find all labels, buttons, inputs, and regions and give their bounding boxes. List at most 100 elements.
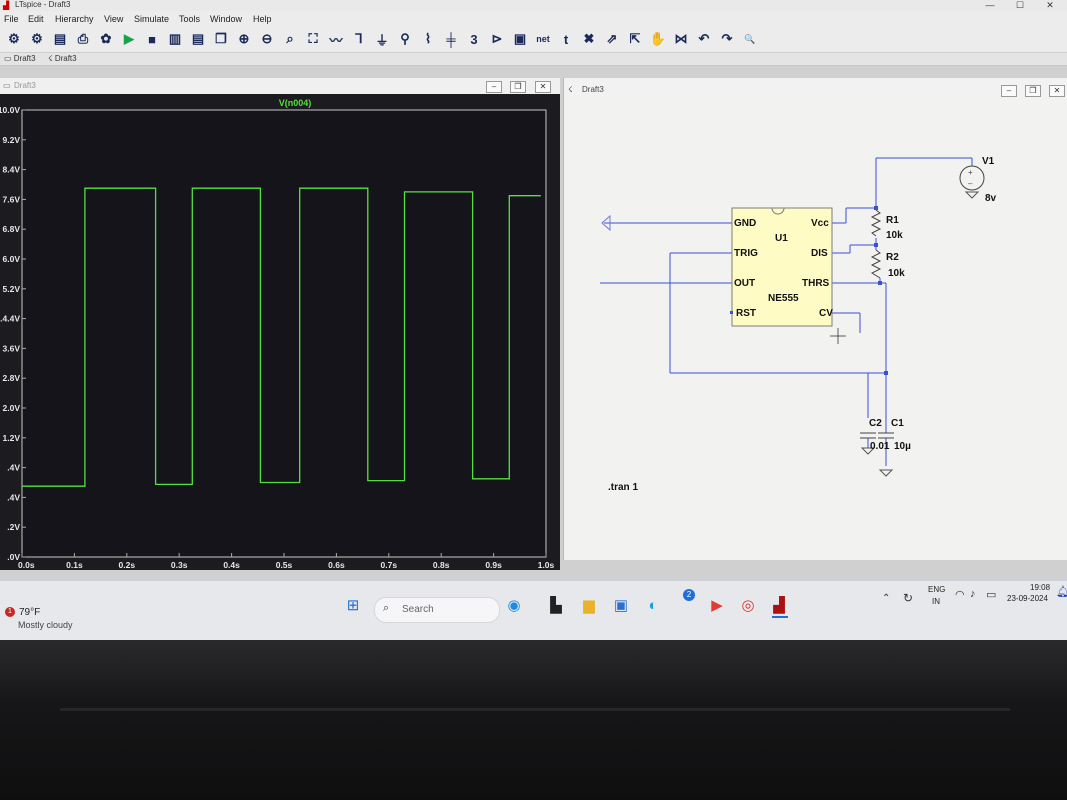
start-button[interactable]: ⊞: [342, 594, 364, 616]
store-icon[interactable]: ▣: [610, 594, 632, 616]
label-net-icon[interactable]: ⚲: [397, 31, 413, 47]
tab-draft3-schematic[interactable]: ☇ Draft3: [48, 54, 77, 63]
plot-area: [21, 109, 547, 558]
search-box[interactable]: ⌕ Search: [374, 597, 500, 623]
waveform-close-button[interactable]: ✕: [535, 81, 551, 93]
print-icon[interactable]: ⎙: [75, 31, 91, 47]
maximize-button[interactable]: ☐: [1005, 0, 1035, 11]
diode-icon[interactable]: ⊳: [489, 31, 505, 47]
duplicate-icon[interactable]: ⇗: [604, 31, 620, 47]
wifi-icon[interactable]: ◠: [955, 588, 965, 601]
weather-temperature[interactable]: 79°F: [19, 607, 40, 618]
language-line1[interactable]: ENG: [928, 585, 945, 594]
close-button[interactable]: ✕: [1035, 0, 1065, 11]
schematic-close-button[interactable]: ✕: [1049, 85, 1065, 97]
youtube-icon[interactable]: ▶: [706, 594, 728, 616]
undo-icon[interactable]: ↶: [696, 31, 712, 47]
move-icon[interactable]: ⇱: [627, 31, 643, 47]
zoom-in-icon[interactable]: ⊕: [236, 31, 252, 47]
weather-description[interactable]: Mostly cloudy: [18, 620, 73, 630]
menu-help[interactable]: Help: [253, 14, 272, 24]
task-view-icon[interactable]: ▙: [545, 594, 567, 616]
wire-icon[interactable]: ⅂: [351, 31, 367, 47]
language-line2[interactable]: IN: [932, 597, 940, 606]
capacitor-icon[interactable]: ╪: [443, 31, 459, 47]
y-tick-label: 3.6V: [3, 343, 21, 353]
pin-trig-label: TRIG: [734, 248, 758, 259]
waveform-window-titlebar[interactable]: ▭ Draft3 – ❐ ✕: [0, 78, 560, 94]
menu-window[interactable]: Window: [210, 14, 242, 24]
menu-edit[interactable]: Edit: [28, 14, 44, 24]
chrome-icon[interactable]: ◎: [737, 594, 759, 616]
pin-thrs-label: THRS: [802, 278, 830, 289]
schematic-window-title: Draft3: [582, 85, 604, 94]
find-icon[interactable]: 🔍: [742, 31, 758, 47]
pin-dis-label: DIS: [811, 248, 828, 259]
run-icon[interactable]: ▶: [121, 31, 137, 47]
tab-draft3-waveform[interactable]: ▭ Draft3: [4, 54, 36, 63]
zoom-out-icon[interactable]: ⊖: [259, 31, 275, 47]
spice-directive[interactable]: .tran 1: [608, 482, 638, 493]
tile-horizontal-icon[interactable]: ▤: [190, 31, 206, 47]
schematic-minimize-button[interactable]: –: [1001, 85, 1017, 97]
component-icon[interactable]: ▣: [512, 31, 528, 47]
ground-icon[interactable]: ⏚: [374, 31, 390, 48]
resistor-icon[interactable]: ⌇: [420, 31, 436, 47]
minimize-button[interactable]: —: [975, 0, 1005, 11]
ic-part-label: NE555: [768, 293, 799, 304]
y-tick-label: 6.0V: [3, 254, 21, 264]
waveform-plot[interactable]: V(n004) 10.0V 9.2V 8.4V 7.6V 6.8V 6.0V 5.2V .4.…: [0, 94, 560, 570]
menu-hierarchy[interactable]: Hierarchy: [55, 14, 94, 24]
ic-ref-label: U1: [775, 233, 788, 244]
halt-icon[interactable]: ■: [144, 31, 160, 47]
waveform-plot-pane[interactable]: V(n004) 10.0V 9.2V 8.4V 7.6V 6.8V 6.0V 5.2V .4.…: [0, 94, 560, 570]
ltspice-taskbar-icon[interactable]: ▟: [768, 594, 790, 616]
cascade-icon[interactable]: ❐: [213, 31, 229, 47]
chevron-up-icon[interactable]: ⌃: [882, 593, 890, 604]
laptop-bezel: [0, 640, 1067, 800]
delete-icon[interactable]: ✖: [581, 31, 597, 47]
schematic-canvas[interactable]: GND TRIG OUT RST Vcc DIS THRS CV U1 NE55…: [564, 98, 1067, 560]
clock-time[interactable]: 19:08: [1030, 583, 1050, 592]
c1-capacitor-symbol[interactable]: [878, 432, 894, 439]
copilot-icon[interactable]: ◉: [503, 594, 525, 616]
screen: ▟ LTspice - Draft3 — ☐ ✕ File Edit Hiera…: [0, 0, 1067, 640]
text-icon[interactable]: t: [558, 31, 574, 47]
trace-label[interactable]: V(n004): [279, 98, 312, 108]
pin-gnd-label: GND: [734, 218, 756, 229]
volume-icon[interactable]: ♪: [970, 588, 976, 600]
redo-icon[interactable]: ↷: [719, 31, 735, 47]
menu-simulate[interactable]: Simulate: [134, 14, 169, 24]
file-explorer-icon[interactable]: ▆: [578, 594, 600, 616]
open-folder-icon[interactable]: ⚙: [29, 31, 45, 47]
waveform-restore-button[interactable]: ❐: [510, 81, 526, 93]
clock-date[interactable]: 23-09-2024: [1007, 594, 1048, 603]
x-tick-label: 0.1s: [66, 560, 83, 570]
schematic-window-titlebar[interactable]: ☇ Draft3 – ❐ ✕: [564, 82, 1067, 98]
spice-directive-icon[interactable]: net: [535, 31, 551, 47]
schematic-restore-button[interactable]: ❐: [1025, 85, 1041, 97]
open-icon[interactable]: ⚙: [6, 31, 22, 47]
notification-bell-icon[interactable]: 🔔︎: [1056, 585, 1067, 598]
r2-resistor-symbol[interactable]: [870, 249, 882, 279]
drag-icon[interactable]: ✋: [650, 31, 666, 47]
save-icon[interactable]: ▤: [52, 31, 68, 47]
menu-view[interactable]: View: [104, 14, 123, 24]
menu-file[interactable]: File: [4, 14, 19, 24]
inductor-icon[interactable]: 3: [466, 31, 482, 47]
tile-vertical-icon[interactable]: ▥: [167, 31, 183, 47]
r1-resistor-symbol[interactable]: [870, 209, 882, 237]
control-panel-icon[interactable]: ✿: [98, 31, 114, 47]
c2-capacitor-symbol[interactable]: [860, 432, 876, 439]
zoom-fit-icon[interactable]: ⛶: [305, 31, 321, 47]
edge-icon[interactable]: ◐: [642, 594, 664, 616]
waveform-minimize-button[interactable]: –: [486, 81, 502, 93]
mirror-icon[interactable]: ⋈: [673, 31, 689, 47]
sync-icon[interactable]: ↻: [903, 591, 913, 605]
battery-icon[interactable]: ▭: [986, 588, 996, 601]
autorange-icon[interactable]: 〰: [328, 31, 344, 48]
y-tick-label: 6.8V: [3, 224, 21, 234]
menu-tools[interactable]: Tools: [179, 14, 200, 24]
title-bar: ▟ LTspice - Draft3 — ☐ ✕: [0, 0, 1067, 11]
zoom-area-icon[interactable]: ⌕: [282, 31, 298, 47]
